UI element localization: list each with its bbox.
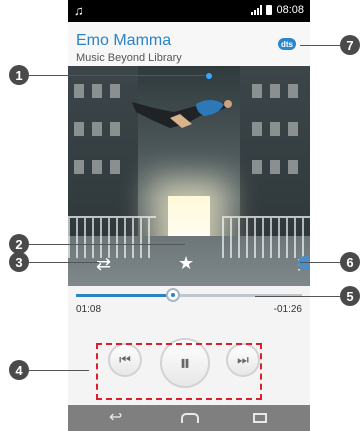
song-header: Emo Mamma Music Beyond Library dts: [68, 22, 310, 66]
remaining-time: -01:26: [273, 304, 302, 315]
dts-badge[interactable]: dts: [278, 38, 296, 50]
progress-bar[interactable]: 01:08 -01:26: [76, 286, 302, 322]
callout-1: 1: [9, 65, 29, 85]
back-icon[interactable]: ↩: [109, 407, 122, 427]
callout-line-5: [255, 296, 340, 297]
signal-icon: [251, 5, 263, 15]
callout-line-7: [300, 45, 340, 46]
callout-line-6: [300, 262, 340, 263]
flying-person: [132, 100, 232, 128]
callout-line-3: [29, 262, 99, 263]
callout-line-4: [29, 370, 89, 371]
shuffle-icon[interactable]: ⇄: [96, 255, 111, 273]
status-bar: ♫ 08:08: [68, 0, 310, 22]
callout-line-1: [29, 75, 205, 76]
callout-2: 2: [9, 234, 29, 254]
recent-apps-icon[interactable]: [253, 413, 267, 423]
status-time: 08:08: [276, 4, 304, 16]
callout-7: 7: [340, 35, 360, 55]
star-icon[interactable]: ★: [178, 254, 194, 272]
callout-line-2: [29, 244, 185, 245]
left-railing: [68, 216, 156, 258]
song-subtitle: Music Beyond Library: [76, 52, 182, 64]
status-right: 08:08: [251, 4, 304, 16]
callout-6: 6: [340, 252, 360, 272]
music-note-icon: ♫: [74, 3, 84, 18]
progress-fill: [76, 294, 174, 297]
progress-thumb[interactable]: [166, 288, 181, 302]
playlist-button[interactable]: [298, 256, 310, 270]
callout-5: 5: [340, 286, 360, 306]
right-railing: [222, 216, 310, 258]
controls-highlight-box: [96, 343, 262, 400]
home-icon[interactable]: [181, 413, 199, 423]
navigation-bar: ↩: [68, 405, 310, 431]
callout-4: 4: [9, 360, 29, 380]
elapsed-time: 01:08: [76, 304, 102, 315]
callout-3: 3: [9, 252, 29, 272]
album-art-indicator: [206, 73, 212, 79]
song-title: Emo Mamma: [76, 32, 172, 49]
battery-icon: [266, 5, 273, 15]
